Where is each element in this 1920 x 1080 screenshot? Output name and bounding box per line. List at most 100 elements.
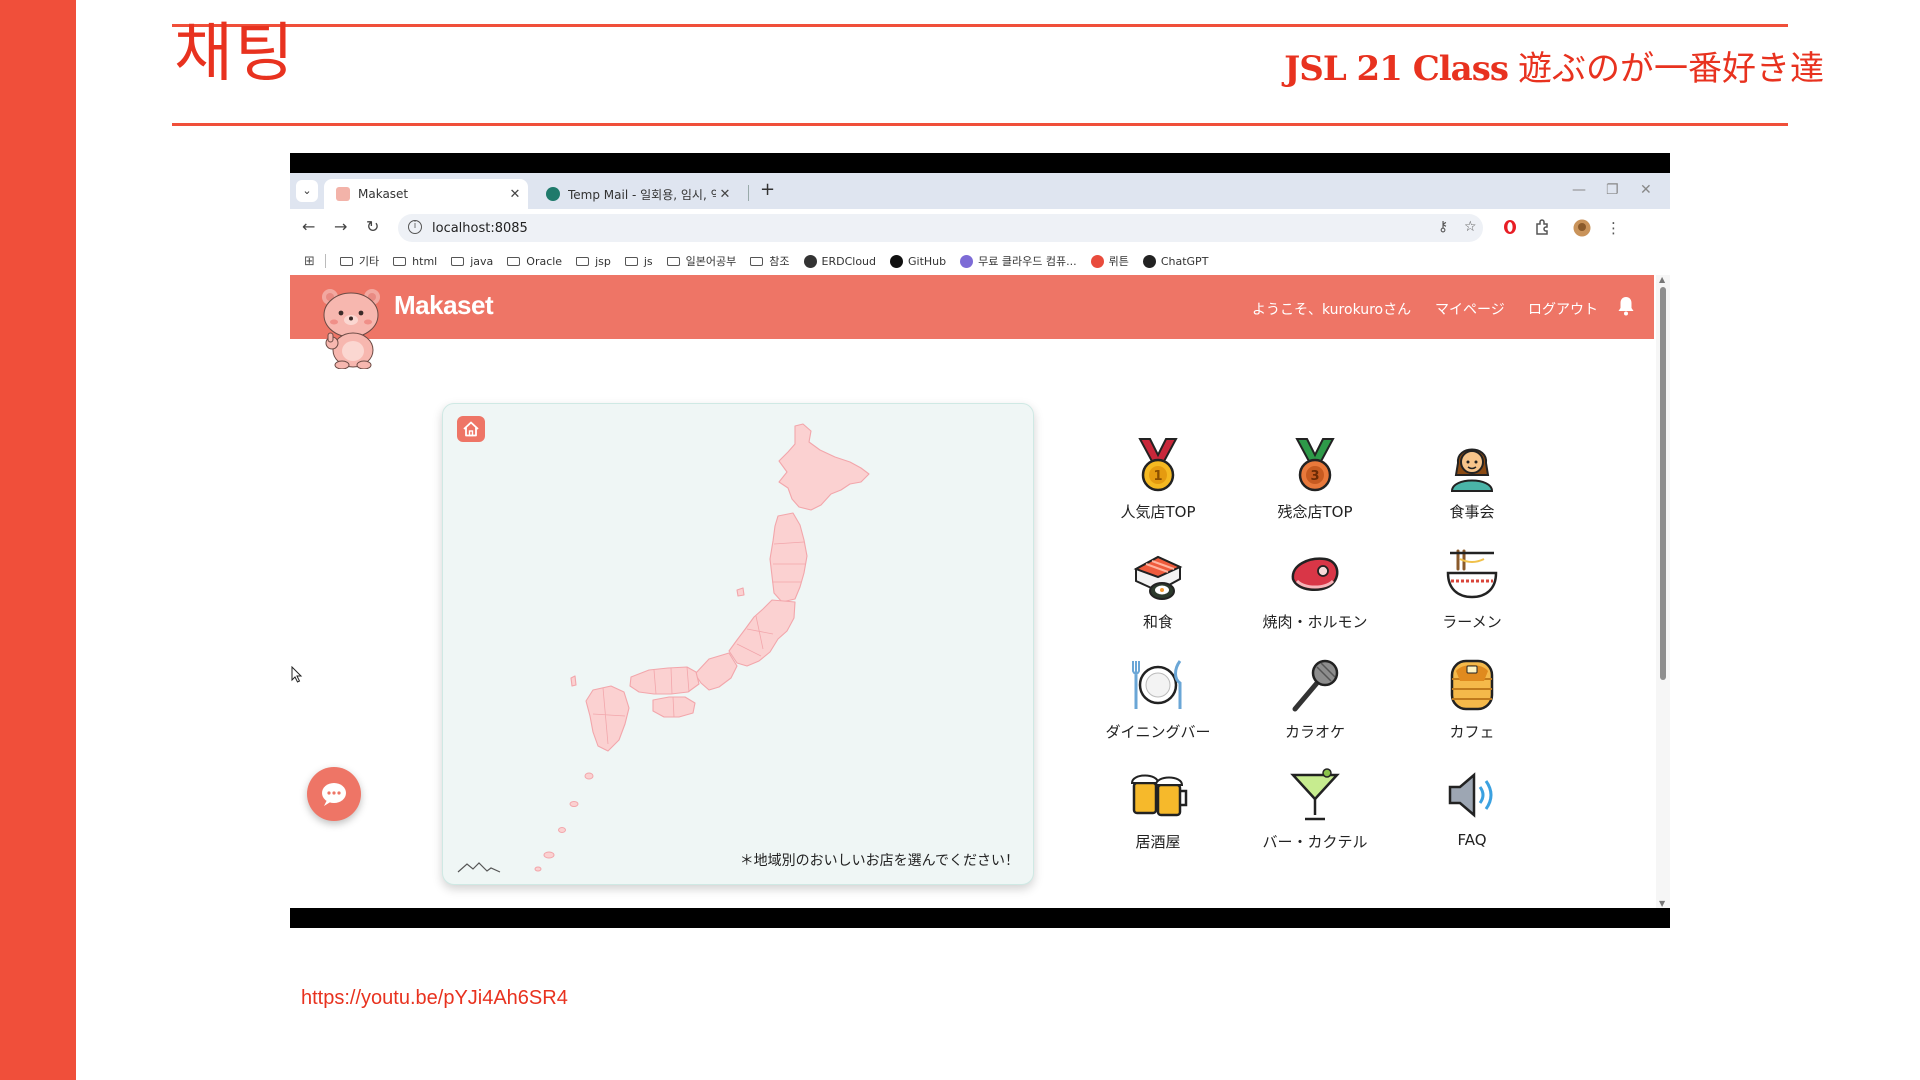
category-label: 焼肉・ホルモン bbox=[1262, 613, 1368, 631]
site-favicon-icon bbox=[803, 254, 817, 268]
site-favicon-icon bbox=[960, 254, 974, 268]
tab-search-button[interactable]: ⌄ bbox=[296, 180, 318, 202]
bookmark-item[interactable]: 일본어공부 bbox=[666, 253, 736, 269]
opera-extension-icon[interactable] bbox=[1502, 219, 1518, 239]
password-key-icon[interactable]: ⚷ bbox=[1438, 219, 1448, 235]
minimize-icon[interactable]: — bbox=[1572, 182, 1586, 198]
bookmark-item[interactable]: html bbox=[393, 255, 437, 268]
scroll-up-arrow[interactable]: ▲ bbox=[1659, 275, 1665, 284]
bookmark-item[interactable]: 무료 클라우드 컴퓨... bbox=[960, 253, 1077, 269]
folder-icon bbox=[576, 256, 590, 266]
tab-temp-mail[interactable]: Temp Mail - 일회용, 임시, 익명 ✕ bbox=[534, 179, 738, 209]
region-sado bbox=[736, 587, 745, 597]
bookmark-item[interactable]: 뤼튼 bbox=[1090, 253, 1129, 269]
tab-bar: ⌄ Makaset ✕ Temp Mail - 일회용, 임시, 익명 ✕ + … bbox=[290, 173, 1670, 209]
reload-icon[interactable]: ↻ bbox=[366, 218, 379, 236]
island-okinawa bbox=[543, 851, 555, 859]
category-karaoke[interactable]: カラオケ bbox=[1237, 655, 1393, 742]
tab-title: Temp Mail - 일회용, 임시, 익명 bbox=[568, 187, 716, 202]
close-tab-icon[interactable]: ✕ bbox=[506, 187, 524, 202]
bookmark-label: 무료 클라우드 컴퓨... bbox=[978, 255, 1077, 268]
gold-medal-icon: 1 bbox=[1138, 438, 1178, 492]
category-bar-cocktail[interactable]: バー・カクテル bbox=[1237, 765, 1393, 852]
restore-icon[interactable]: ❐ bbox=[1606, 182, 1619, 198]
category-label: カラオケ bbox=[1284, 723, 1345, 741]
slide-title: 채팅 bbox=[174, 17, 296, 91]
scroll-thumb[interactable] bbox=[1660, 287, 1666, 680]
page-scrollbar[interactable]: ▲ ▼ bbox=[1656, 275, 1670, 908]
site-favicon-icon bbox=[1142, 254, 1156, 268]
category-ramen[interactable]: ラーメン bbox=[1394, 545, 1550, 632]
logout-link[interactable]: ログアウト bbox=[1528, 299, 1598, 319]
category-dinner-party[interactable]: 食事会 bbox=[1394, 435, 1550, 522]
category-cafe[interactable]: カフェ bbox=[1394, 655, 1550, 742]
welcome-text: ようこそ、kurokuroさん bbox=[1252, 302, 1412, 318]
bookmark-label: 기타 bbox=[358, 255, 380, 268]
sushi-icon bbox=[1133, 555, 1183, 600]
back-icon[interactable]: ← bbox=[302, 218, 315, 236]
forward-icon[interactable]: → bbox=[334, 218, 347, 236]
bookmark-item[interactable]: ERDCloud bbox=[803, 254, 876, 268]
bookmark-label: 참조 bbox=[769, 255, 790, 268]
bookmark-item[interactable]: 참조 bbox=[750, 253, 790, 269]
close-tab-icon[interactable]: ✕ bbox=[716, 187, 734, 202]
extensions-icon[interactable] bbox=[1534, 219, 1550, 239]
speaker-icon bbox=[1448, 772, 1493, 818]
category-yakiniku[interactable]: 焼肉・ホルモン bbox=[1237, 545, 1393, 632]
bell-icon[interactable] bbox=[1616, 295, 1636, 317]
region-hokkaido bbox=[778, 423, 870, 511]
site-favicon-icon bbox=[890, 254, 903, 268]
category-label: カフェ bbox=[1449, 723, 1495, 741]
tab-makaset[interactable]: Makaset ✕ bbox=[324, 179, 528, 209]
browser-toolbar: ← → ↻ i localhost:8085 ⚷ ☆ ⋮ bbox=[290, 209, 1670, 247]
category-label: 居酒屋 bbox=[1135, 833, 1181, 851]
mouse-cursor-icon bbox=[291, 666, 303, 683]
category-japanese[interactable]: 和食 bbox=[1080, 545, 1236, 632]
top-rule bbox=[172, 24, 1788, 27]
bookmark-item[interactable]: js bbox=[624, 255, 653, 268]
bear-favicon-icon bbox=[336, 187, 350, 201]
mypage-link[interactable]: マイページ bbox=[1435, 299, 1505, 319]
category-dining-bar[interactable]: ダイニングバー bbox=[1080, 655, 1236, 742]
url-text: localhost:8085 bbox=[432, 221, 528, 236]
category-label: 人気店TOP bbox=[1120, 503, 1196, 521]
chat-button[interactable] bbox=[307, 767, 361, 821]
category-label: 食事会 bbox=[1449, 503, 1495, 521]
bookmark-item[interactable]: 기타 bbox=[339, 253, 380, 269]
bear-mascot-logo[interactable] bbox=[316, 285, 386, 369]
site-favicon-icon bbox=[1090, 254, 1104, 268]
brand-name[interactable]: Makaset bbox=[394, 290, 494, 321]
category-popular-top[interactable]: 1 人気店TOP bbox=[1080, 435, 1236, 522]
globe-favicon-icon bbox=[546, 187, 560, 201]
address-bar[interactable]: i localhost:8085 ⚷ ☆ bbox=[398, 214, 1483, 242]
category-label: ダイニングバー bbox=[1105, 723, 1211, 741]
bookmark-item[interactable]: GitHub bbox=[890, 254, 946, 268]
bookmark-item[interactable]: Oracle bbox=[507, 255, 562, 268]
bookmark-item[interactable]: ChatGPT bbox=[1142, 254, 1208, 268]
category-label: バー・カクテル bbox=[1262, 833, 1368, 851]
profile-avatar[interactable] bbox=[1573, 219, 1591, 241]
browser-menu-icon[interactable]: ⋮ bbox=[1606, 219, 1621, 237]
bookmark-star-icon[interactable]: ☆ bbox=[1464, 219, 1477, 235]
japan-map[interactable] bbox=[443, 404, 1033, 884]
folder-icon bbox=[750, 256, 764, 266]
bookmark-label: java bbox=[470, 254, 494, 268]
category-bad-top[interactable]: 3 残念店TOP bbox=[1237, 435, 1393, 522]
bookmark-item[interactable]: java bbox=[451, 255, 493, 268]
map-caption: ＊地域別のおいしいお店を選んでください！ bbox=[739, 853, 1019, 869]
category-faq[interactable]: FAQ bbox=[1394, 765, 1550, 849]
site-info-icon[interactable]: i bbox=[408, 220, 422, 234]
close-window-icon[interactable]: ✕ bbox=[1640, 182, 1652, 198]
apps-grid-icon[interactable]: ⊞ bbox=[304, 254, 315, 269]
bookmark-item[interactable]: jsp bbox=[576, 255, 611, 268]
scroll-down-arrow[interactable]: ▼ bbox=[1659, 899, 1665, 908]
new-tab-button[interactable]: + bbox=[760, 181, 775, 199]
region-tohoku bbox=[769, 512, 808, 603]
browser-window: ⌄ Makaset ✕ Temp Mail - 일회용, 임시, 익명 ✕ + … bbox=[290, 173, 1670, 908]
category-izakaya[interactable]: 居酒屋 bbox=[1080, 765, 1236, 852]
folder-icon bbox=[666, 256, 680, 266]
youtube-link[interactable]: https://youtu.be/pYJi4Ah6SR4 bbox=[301, 987, 568, 1010]
screenshot-frame: ⌄ Makaset ✕ Temp Mail - 일회용, 임시, 익명 ✕ + … bbox=[290, 153, 1670, 928]
svg-text:3: 3 bbox=[1310, 469, 1319, 484]
mountain-logo-icon bbox=[457, 862, 501, 873]
